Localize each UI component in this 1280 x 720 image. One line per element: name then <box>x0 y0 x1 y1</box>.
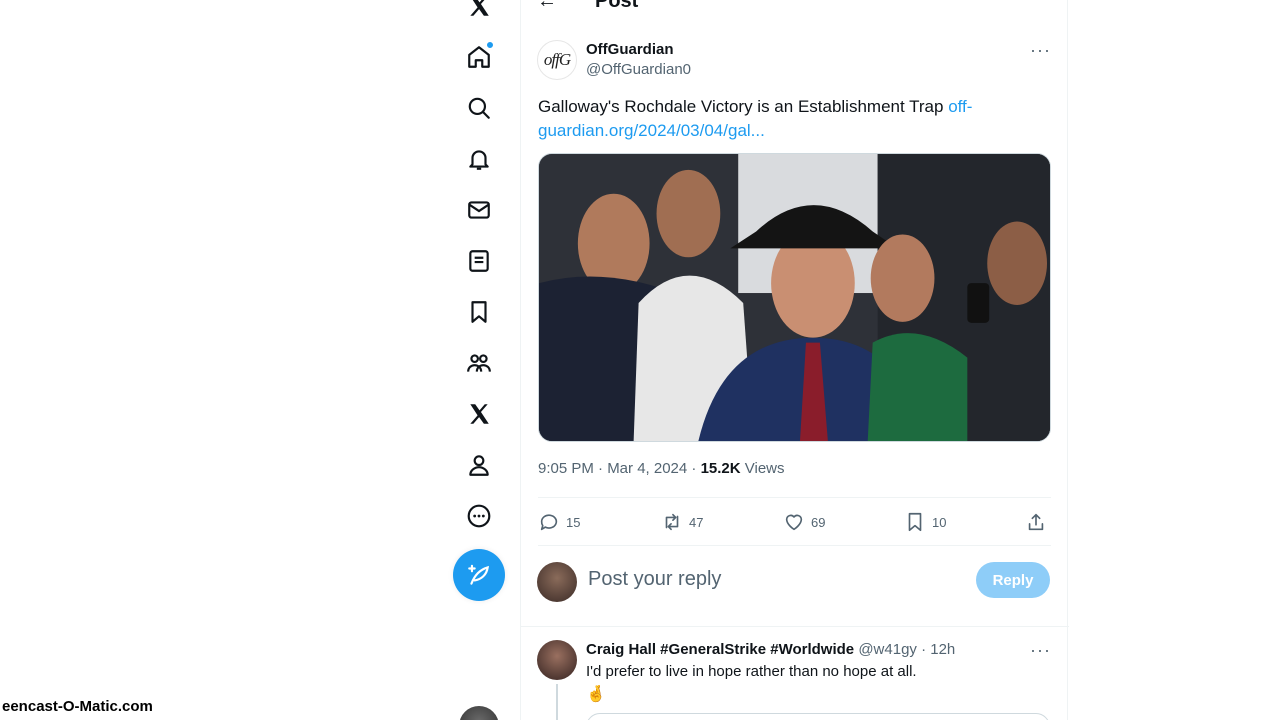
reply-icon <box>540 514 558 531</box>
bookmark-icon <box>908 512 922 532</box>
main-column: ← Post offG OffGuardian @OffGuardian0 ··… <box>520 0 1069 720</box>
communities-icon[interactable] <box>457 341 501 385</box>
offguardian-logo: offG <box>543 50 571 69</box>
heart-icon <box>785 514 803 531</box>
bookmark-count: 10 <box>932 514 947 530</box>
comment-more-icon[interactable]: ··· <box>1030 640 1051 661</box>
comment-author: Craig Hall #GeneralStrike #Worldwide @w4… <box>586 641 955 658</box>
divider <box>538 545 1051 546</box>
feather-plus-icon <box>468 564 489 585</box>
x-logo-icon[interactable] <box>457 0 501 28</box>
author-name[interactable]: OffGuardian <box>586 41 674 58</box>
photo-illustration <box>539 154 1050 441</box>
post-image[interactable] <box>538 153 1051 442</box>
post-meta: 9:05 PM · Mar 4, 2024 · 15.2K Views <box>538 460 785 477</box>
bookmark-icon[interactable] <box>457 290 501 334</box>
share-action[interactable] <box>1025 508 1047 536</box>
back-arrow-icon[interactable]: ← <box>537 0 557 14</box>
author-avatar[interactable]: offG <box>537 40 577 80</box>
reply-action[interactable]: 15 <box>538 508 580 536</box>
repost-icon <box>665 513 679 531</box>
search-icon[interactable] <box>457 86 501 130</box>
account-avatar[interactable] <box>459 706 499 720</box>
thread-line <box>556 684 558 720</box>
page-title: Post <box>595 0 639 12</box>
author-handle[interactable]: @OffGuardian0 <box>586 61 691 78</box>
crossed-fingers-emoji: 🤞 <box>586 686 606 703</box>
reply-count: 15 <box>566 514 581 530</box>
comment-avatar[interactable] <box>537 640 577 680</box>
page-header: ← Post <box>521 0 1069 14</box>
compose-post-button[interactable] <box>453 549 505 601</box>
repost-action[interactable]: 47 <box>661 508 703 536</box>
current-user-avatar <box>537 562 577 602</box>
reply-button[interactable]: Reply <box>976 562 1050 598</box>
notification-dot <box>486 41 494 49</box>
like-count: 69 <box>811 514 826 530</box>
x-premium-icon[interactable] <box>457 392 501 436</box>
home-icon[interactable] <box>457 35 501 79</box>
views-label: Views <box>740 460 785 477</box>
post-timestamp[interactable]: 9:05 PM · Mar 4, 2024 · <box>538 460 701 477</box>
share-icon <box>1028 513 1044 531</box>
views-count: 15.2K <box>700 460 741 477</box>
lists-icon[interactable] <box>457 239 501 283</box>
like-action[interactable]: 69 <box>783 508 825 536</box>
more-circle-icon[interactable] <box>457 494 501 538</box>
left-nav <box>448 0 510 720</box>
repost-count: 47 <box>689 514 704 530</box>
profile-icon[interactable] <box>457 443 501 487</box>
post-more-icon[interactable]: ··· <box>1030 40 1051 61</box>
comment-quoted-card[interactable] <box>586 713 1050 720</box>
comment-text: I'd prefer to live in hope rather than n… <box>586 663 917 680</box>
screencast-watermark: eencast-O-Matic.com <box>0 698 155 715</box>
comment-handle-time[interactable]: @w41gy · 12h <box>854 641 955 658</box>
post-actions: 15 47 69 10 <box>538 508 1051 536</box>
post-body: Galloway's Rochdale Victory is an Establ… <box>538 97 949 116</box>
comment-author-name[interactable]: Craig Hall #GeneralStrike #Worldwide <box>586 641 854 658</box>
reply-input[interactable]: Post your reply <box>588 568 721 591</box>
bookmark-action[interactable]: 10 <box>904 508 946 536</box>
mail-icon[interactable] <box>457 188 501 232</box>
divider <box>538 497 1051 498</box>
section-divider <box>521 626 1069 627</box>
post-text: Galloway's Rochdale Victory is an Establ… <box>538 95 998 143</box>
bell-icon[interactable] <box>457 137 501 181</box>
